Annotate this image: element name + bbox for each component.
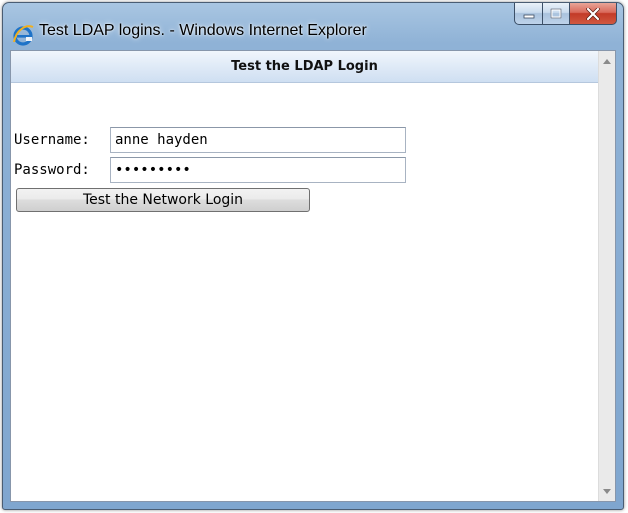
scroll-down-button[interactable] xyxy=(599,483,615,499)
scroll-up-arrow-icon xyxy=(603,58,611,64)
internet-explorer-icon xyxy=(13,25,34,46)
caption-buttons xyxy=(514,3,617,27)
password-row: Password: ••••••••• xyxy=(14,157,406,183)
username-label: Username: xyxy=(14,132,90,148)
page-title: Test the LDAP Login xyxy=(231,59,378,74)
vertical-scrollbar[interactable] xyxy=(598,51,615,501)
password-input[interactable]: ••••••••• xyxy=(110,157,406,183)
close-icon xyxy=(586,7,600,20)
username-value: anne hayden xyxy=(115,132,208,148)
username-input[interactable]: anne hayden xyxy=(110,127,406,153)
browser-viewport: Test the LDAP Login Username: anne hayde… xyxy=(10,50,616,502)
page-header: Test the LDAP Login xyxy=(11,51,598,83)
maximize-icon xyxy=(550,8,562,19)
maximize-button[interactable] xyxy=(543,3,570,25)
test-login-button[interactable]: Test the Network Login xyxy=(16,188,310,212)
minimize-icon xyxy=(523,14,534,18)
scroll-up-button[interactable] xyxy=(599,53,615,69)
page-content: Test the LDAP Login Username: anne hayde… xyxy=(11,51,598,501)
scroll-down-arrow-icon xyxy=(603,488,611,494)
minimize-button[interactable] xyxy=(514,3,543,25)
password-mask: ••••••••• xyxy=(115,162,191,178)
password-label: Password: xyxy=(14,162,90,178)
username-row: Username: anne hayden xyxy=(14,127,406,153)
close-button[interactable] xyxy=(570,3,617,25)
window-title: Test LDAP logins. - Windows Internet Exp… xyxy=(39,22,367,39)
browser-window: Test LDAP logins. - Windows Internet Exp… xyxy=(2,2,624,510)
title-bar[interactable]: Test LDAP logins. - Windows Internet Exp… xyxy=(3,3,623,49)
